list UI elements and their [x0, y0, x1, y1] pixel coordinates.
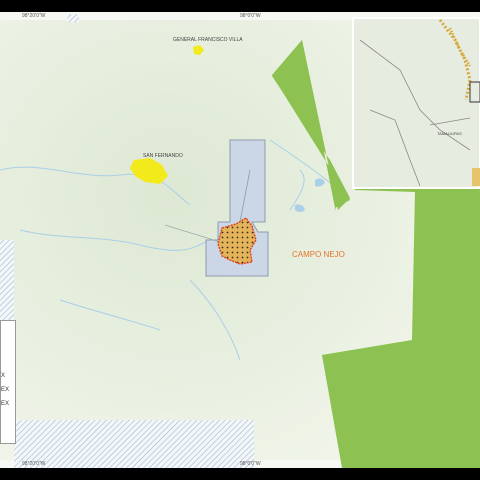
legend-entry: EX	[1, 387, 10, 393]
map-canvas[interactable]	[0, 0, 480, 480]
label-san-fernando: SAN FERNANDO	[143, 153, 183, 159]
label-campo-nejo: CAMPO NEJO	[292, 250, 345, 259]
label-tamaulipas: TAMAULIPAS	[437, 131, 462, 136]
legend-entry: EX	[1, 401, 10, 407]
label-general-francisco-villa: GENERAL FRANCISCO VILLA	[173, 37, 243, 43]
coord-top-left: 98°20'0"W	[22, 13, 46, 19]
coord-bottom-left: 98°20'0"W	[22, 461, 46, 467]
inset-map	[352, 17, 480, 189]
legend: X EX EX	[0, 320, 16, 444]
coord-top-center: 98°0'0"W	[240, 13, 261, 19]
legend-entry: X	[1, 373, 6, 379]
hatched-area-bottom	[14, 420, 254, 468]
coord-bottom-center: 98°0'0"W	[240, 461, 261, 467]
